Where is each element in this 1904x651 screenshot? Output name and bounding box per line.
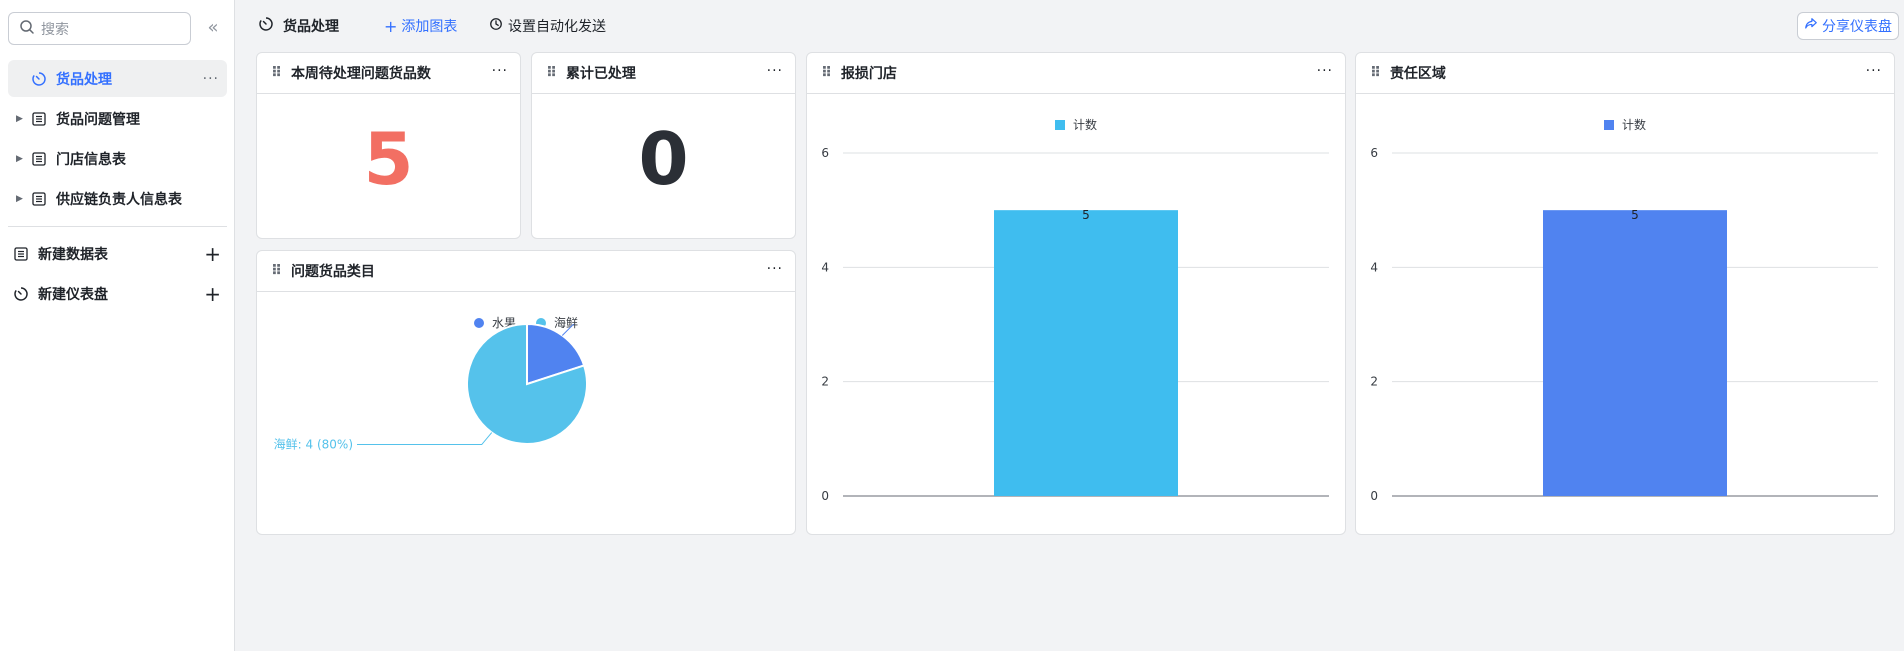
plus-icon: + bbox=[384, 16, 398, 36]
y-tick-label: 0 bbox=[821, 489, 829, 503]
drag-handle-icon[interactable]: ⠿ bbox=[1370, 65, 1381, 81]
add-chart-label: 添加图表 bbox=[401, 19, 458, 35]
sidebar-item-label: 门店信息表 bbox=[56, 151, 126, 168]
auto-send-button[interactable]: 设置自动化发送 bbox=[489, 16, 606, 36]
chart-legend: 计数 bbox=[807, 116, 1345, 133]
pie-data-label: 海鲜: 4 (80%) bbox=[274, 437, 353, 452]
drag-handle-icon[interactable]: ⠿ bbox=[271, 263, 282, 279]
search-icon bbox=[19, 19, 35, 39]
more-icon[interactable]: ··· bbox=[203, 71, 219, 87]
card-store-bar[interactable]: ⠿ 报损门店 ··· 计数 0 2 4 6 5 bbox=[806, 52, 1346, 535]
table-icon bbox=[12, 245, 30, 263]
card-pending-count[interactable]: ⠿ 本周待处理问题货品数 ··· 5 bbox=[256, 52, 521, 239]
table-icon bbox=[30, 150, 48, 168]
sidebar-item-label: 供应链负责人信息表 bbox=[56, 191, 182, 208]
share-dashboard-button[interactable]: 分享仪表盘 bbox=[1797, 12, 1899, 40]
expand-arrow-icon[interactable]: ▶ bbox=[16, 154, 30, 164]
card-title: 责任区域 bbox=[1389, 66, 1446, 82]
table-icon bbox=[30, 190, 48, 208]
more-icon[interactable]: ··· bbox=[767, 63, 783, 79]
card-processed-count[interactable]: ⠿ 累计已处理 ··· 0 bbox=[531, 52, 796, 239]
share-icon bbox=[1804, 17, 1818, 35]
plus-icon[interactable]: + bbox=[204, 282, 221, 306]
legend-label: 计数 bbox=[1621, 118, 1646, 132]
y-tick-label: 4 bbox=[1370, 260, 1378, 274]
add-chart-button[interactable]: + 添加图表 bbox=[384, 16, 457, 36]
legend-item[interactable]: 计数 bbox=[1054, 116, 1097, 133]
bar-data-label: 5 bbox=[1631, 208, 1639, 222]
more-icon[interactable]: ··· bbox=[1317, 63, 1333, 79]
y-tick-label: 4 bbox=[821, 260, 829, 274]
bar bbox=[1543, 210, 1727, 496]
card-header: ⠿ 累计已处理 ··· bbox=[532, 53, 795, 94]
bar-chart: 0 2 4 6 5 bbox=[1370, 146, 1878, 503]
card-header: ⠿ 责任区域 ··· bbox=[1356, 53, 1894, 94]
dashboard-icon bbox=[12, 285, 30, 303]
sidebar-item-supply-chain[interactable]: ▶ 供应链负责人信息表 bbox=[8, 180, 227, 217]
search-placeholder: 搜索 bbox=[41, 21, 69, 38]
card-header: ⠿ 本周待处理问题货品数 ··· bbox=[257, 53, 520, 94]
new-table-button[interactable]: 新建数据表 + bbox=[12, 239, 227, 269]
table-icon bbox=[30, 110, 48, 128]
sidebar-item-store-info[interactable]: ▶ 门店信息表 bbox=[8, 140, 227, 177]
y-tick-label: 6 bbox=[821, 146, 829, 160]
metric-value: 0 bbox=[638, 117, 689, 201]
auto-send-label: 设置自动化发送 bbox=[508, 19, 606, 35]
legend-item[interactable]: 计数 bbox=[1603, 116, 1646, 133]
new-dashboard-button[interactable]: 新建仪表盘 + bbox=[12, 279, 227, 309]
card-header: ⠿ 问题货品类目 ··· bbox=[257, 251, 795, 292]
card-title: 累计已处理 bbox=[565, 66, 636, 82]
card-title: 报损门店 bbox=[840, 66, 897, 82]
metric-value: 5 bbox=[363, 117, 414, 201]
y-tick-label: 2 bbox=[821, 375, 829, 389]
collapse-sidebar-icon[interactable]: « bbox=[204, 17, 222, 39]
legend-label: 计数 bbox=[1072, 118, 1097, 132]
legend-swatch bbox=[1603, 119, 1614, 130]
y-tick-label: 2 bbox=[1370, 375, 1378, 389]
more-icon[interactable]: ··· bbox=[767, 261, 783, 277]
dashboard-icon bbox=[258, 16, 274, 36]
bar-data-label: 5 bbox=[1082, 208, 1090, 222]
sidebar-divider bbox=[8, 226, 227, 227]
sidebar-item-dashboard[interactable]: 货品处理 ··· bbox=[8, 60, 227, 97]
pie-chart: 水果: 1 (20%)海鲜: 4 (80%) bbox=[274, 324, 782, 452]
card-region-bar[interactable]: ⠿ 责任区域 ··· 计数 0 2 4 6 5 bbox=[1355, 52, 1895, 535]
new-table-label: 新建数据表 bbox=[38, 247, 108, 263]
drag-handle-icon[interactable]: ⠿ bbox=[821, 65, 832, 81]
pie-label-leader bbox=[561, 324, 575, 336]
dashboard-title-text: 货品处理 bbox=[283, 19, 339, 35]
sidebar-item-label: 货品问题管理 bbox=[56, 111, 140, 128]
drag-handle-icon[interactable]: ⠿ bbox=[546, 65, 557, 81]
toolbar: 货品处理 + 添加图表 设置自动化发送 分享仪表盘 bbox=[236, 0, 1904, 52]
dashboard-icon bbox=[30, 70, 48, 88]
card-header: ⠿ 报损门店 ··· bbox=[807, 53, 1345, 94]
pie-label-leader bbox=[357, 432, 493, 446]
card-title: 问题货品类目 bbox=[290, 264, 375, 280]
search-input[interactable]: 搜索 bbox=[8, 12, 191, 45]
drag-handle-icon[interactable]: ⠿ bbox=[271, 65, 282, 81]
clock-icon bbox=[489, 17, 503, 35]
chart-legend: 计数 bbox=[1356, 116, 1894, 133]
y-tick-label: 6 bbox=[1370, 146, 1378, 160]
sidebar: 搜索 « 货品处理 ··· ▶ 货品问题管理 ▶ 门店信息表 ▶ 供应链负责人信… bbox=[0, 0, 235, 651]
card-title: 本周待处理问题货品数 bbox=[290, 66, 431, 82]
y-tick-label: 0 bbox=[1370, 489, 1378, 503]
bar bbox=[994, 210, 1178, 496]
legend-swatch bbox=[1054, 119, 1065, 130]
card-category-pie[interactable]: ⠿ 问题货品类目 ··· 水果 海鲜 水果: 1 (20%)海鲜: 4 (80%… bbox=[256, 250, 796, 535]
more-icon[interactable]: ··· bbox=[492, 63, 508, 79]
expand-arrow-icon[interactable]: ▶ bbox=[16, 194, 30, 204]
dashboard-title: 货品处理 bbox=[258, 16, 339, 36]
more-icon[interactable]: ··· bbox=[1866, 63, 1882, 79]
share-label: 分享仪表盘 bbox=[1822, 19, 1892, 35]
expand-arrow-icon[interactable]: ▶ bbox=[16, 114, 30, 124]
sidebar-item-goods-issues[interactable]: ▶ 货品问题管理 bbox=[8, 100, 227, 137]
bar-chart: 0 2 4 6 5 bbox=[821, 146, 1329, 503]
plus-icon[interactable]: + bbox=[204, 242, 221, 266]
sidebar-item-label: 货品处理 bbox=[56, 71, 112, 88]
new-dashboard-label: 新建仪表盘 bbox=[38, 287, 108, 303]
